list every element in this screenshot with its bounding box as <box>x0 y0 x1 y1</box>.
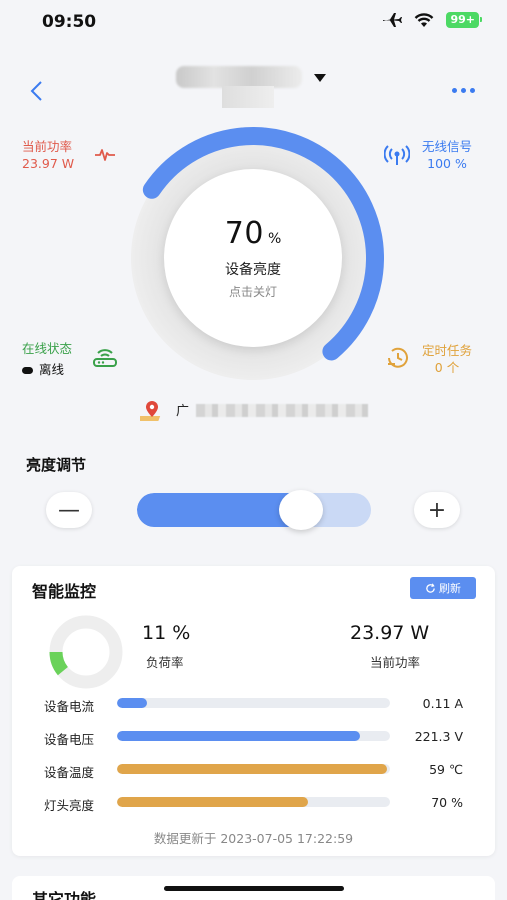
smart-monitor-title: 智能监控 <box>32 582 97 601</box>
brightness-toggle[interactable]: 70% 设备亮度 点击关灯 <box>164 169 342 347</box>
refresh-button[interactable]: 刷新 <box>410 577 476 599</box>
temperature-metric-bar <box>117 764 390 774</box>
load-rate-label: 负荷率 <box>146 655 184 670</box>
voltage-metric-value: 221.3 V <box>414 729 463 744</box>
load-rate-value: 11 % <box>142 622 191 644</box>
location-pin-icon <box>140 401 161 421</box>
location-address-blur <box>196 404 368 417</box>
online-status-stat: 在线状态 离线 <box>22 340 72 378</box>
load-rate-arc <box>49 651 69 676</box>
lamp-brightness-metric-bar <box>117 797 390 807</box>
timer-task-stat[interactable]: 定时任务 0 个 <box>422 342 472 376</box>
caret-down-icon[interactable] <box>314 74 326 82</box>
offline-dot-icon <box>22 367 33 374</box>
current-metric-fill <box>117 698 148 708</box>
device-name-title[interactable] <box>176 66 302 88</box>
airplane-icon <box>383 13 403 27</box>
lamp-brightness-metric-fill <box>117 797 309 807</box>
more-dot <box>461 87 466 93</box>
timer-task-value: 0 个 <box>434 360 460 375</box>
decrease-brightness-button[interactable]: — <box>46 492 92 528</box>
refresh-icon <box>426 582 435 593</box>
voltage-metric-fill <box>117 731 360 741</box>
temperature-metric-fill <box>117 764 388 774</box>
monitor-power-label: 当前功率 <box>370 655 421 670</box>
current-power-value: 23.97 W <box>22 156 75 171</box>
battery-indicator: 99+ <box>446 12 482 28</box>
temperature-metric-value: 59 ℃ <box>429 762 463 777</box>
refresh-label: 刷新 <box>439 582 461 595</box>
brightness-slider-thumb[interactable] <box>278 490 323 530</box>
current-metric-label: 设备电流 <box>44 699 95 714</box>
current-power-stat: 当前功率 23.97 W <box>22 138 74 172</box>
brightness-label: 设备亮度 <box>225 262 281 278</box>
turn-off-hint: 点击关灯 <box>228 285 277 299</box>
wireless-signal-label: 无线信号 <box>422 139 473 154</box>
home-indicator <box>164 886 344 891</box>
current-power-label: 当前功率 <box>22 139 73 154</box>
brightness-value: 70 <box>224 216 264 251</box>
current-metric-bar <box>117 698 390 708</box>
lamp-brightness-metric-label: 灯头亮度 <box>44 798 95 813</box>
device-name-title-blur <box>222 86 274 108</box>
more-dot <box>452 87 457 93</box>
load-rate-donut <box>49 615 123 689</box>
wireless-signal-stat: 无线信号 100 % <box>422 138 472 172</box>
voltage-metric-label: 设备电压 <box>44 732 95 747</box>
brightness-adjust-title: 亮度调节 <box>26 456 87 474</box>
status-icons: 99+ <box>382 12 482 28</box>
voltage-metric-bar <box>117 731 390 741</box>
brightness-slider[interactable] <box>137 493 371 527</box>
temperature-metric-label: 设备温度 <box>44 765 95 780</box>
update-timestamp: 数据更新于 2023-07-05 17:22:59 <box>153 831 354 846</box>
online-status-label: 在线状态 <box>22 341 73 356</box>
location-text: 广 <box>176 404 190 419</box>
brightness-unit: % <box>267 231 282 247</box>
more-button[interactable] <box>452 84 482 96</box>
wireless-signal-value: 100 % <box>427 156 467 171</box>
heartbeat-icon <box>95 149 115 161</box>
monitor-power-value: 23.97 W <box>350 622 430 644</box>
more-dot <box>470 87 475 93</box>
current-metric-value: 0.11 A <box>422 696 463 711</box>
chevron-left-icon <box>30 81 42 101</box>
status-time: 09:50 <box>42 12 97 32</box>
online-status-value: 离线 <box>39 362 65 377</box>
wifi-icon <box>415 12 434 27</box>
clock-icon <box>388 347 408 368</box>
brightness-slider-fill <box>137 493 301 527</box>
lamp-brightness-metric-value: 70 % <box>431 795 463 810</box>
increase-brightness-button[interactable]: + <box>414 492 460 528</box>
other-features-title: 其它功能 <box>32 890 97 900</box>
back-button[interactable] <box>22 76 52 106</box>
timer-task-label: 定时任务 <box>422 343 473 358</box>
router-icon <box>93 349 117 367</box>
